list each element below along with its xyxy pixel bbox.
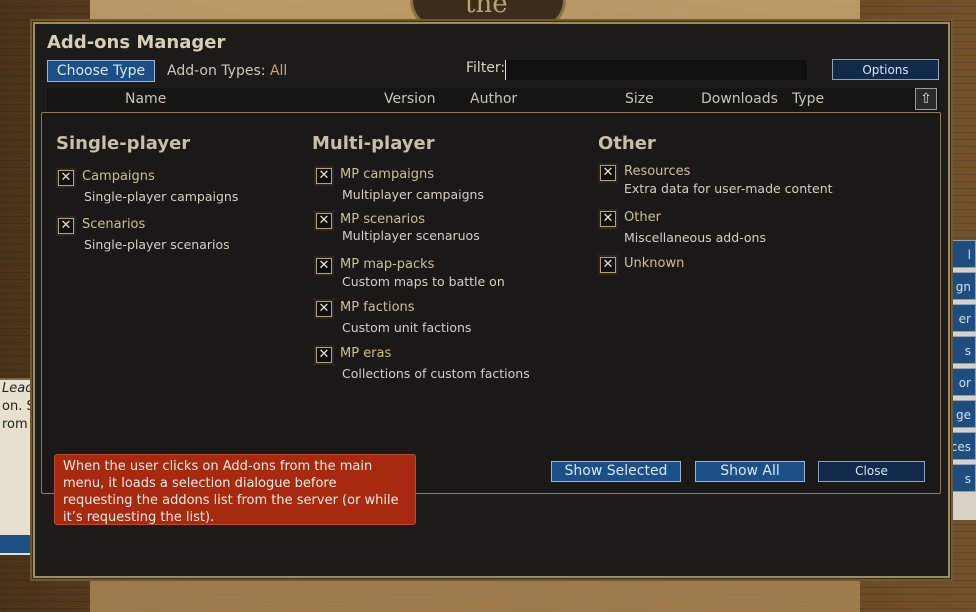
menu-button: ces	[948, 432, 976, 460]
column-header-downloads[interactable]: Downloads	[701, 91, 778, 107]
menu-button: er	[948, 304, 976, 332]
background-left-bar	[0, 535, 34, 553]
checkbox-checked-icon[interactable]: ✕	[58, 170, 74, 186]
column-header-version[interactable]: Version	[384, 91, 435, 107]
menu-button: s	[948, 336, 976, 364]
menu-button: gn	[948, 272, 976, 300]
column-header-name[interactable]: Name	[125, 91, 166, 107]
annotation-callout: When the user clicks on Add-ons from the…	[54, 454, 416, 525]
type-selection-panel: Single-player ✕ Campaigns Single-player …	[41, 112, 941, 494]
menu-button: or	[948, 368, 976, 396]
checkbox-description: Miscellaneous add-ons	[624, 230, 766, 245]
close-button[interactable]: Close	[818, 461, 925, 482]
checkbox-label: Scenarios	[82, 217, 146, 232]
background-left-line: Leade	[2, 381, 34, 396]
menu-button: s	[948, 464, 976, 492]
choose-type-button[interactable]: Choose Type	[47, 60, 155, 82]
checkbox-label: MP scenarios	[340, 212, 425, 227]
background-left-line: on. S	[2, 399, 34, 414]
section-title-multi-player: Multi-player	[312, 133, 435, 154]
checkbox-checked-icon[interactable]: ✕	[600, 211, 616, 227]
checkbox-label: Unknown	[624, 256, 685, 271]
checkbox-checked-icon[interactable]: ✕	[600, 165, 616, 181]
addon-types-value: All	[269, 63, 288, 79]
show-all-button[interactable]: Show All	[695, 461, 805, 482]
checkbox-label: MP map-packs	[340, 257, 435, 272]
checkbox-label: MP eras	[340, 346, 392, 361]
background-left-panel: Leade on. S rom t	[0, 378, 34, 555]
checkbox-checked-icon[interactable]: ✕	[600, 257, 616, 273]
checkbox-description: Collections of custom factions	[342, 366, 530, 381]
menu-button: l	[948, 240, 976, 268]
checkbox-label: Campaigns	[82, 169, 155, 184]
addon-types-indicator: Add-on Types: All	[167, 63, 287, 79]
checkbox-description: Multiplayer scenaruos	[342, 228, 480, 243]
checkbox-description: Single-player campaigns	[84, 189, 239, 204]
background-left-line: rom t	[2, 417, 34, 432]
menu-button: ge	[948, 400, 976, 428]
checkbox-description: Custom maps to battle on	[342, 274, 505, 289]
checkbox-checked-icon[interactable]: ✕	[316, 347, 332, 363]
checkbox-label: Other	[624, 210, 661, 225]
section-title-single-player: Single-player	[56, 133, 191, 154]
filter-input[interactable]	[505, 60, 807, 80]
filter-label: Filter:	[466, 60, 506, 76]
options-button[interactable]: Options	[832, 59, 939, 80]
checkbox-checked-icon[interactable]: ✕	[316, 301, 332, 317]
addon-list-header: Name Version Author Size Downloads Type	[47, 88, 939, 112]
checkbox-description: Multiplayer campaigns	[342, 187, 484, 202]
scroll-up-arrow-icon[interactable]: ⇧	[915, 88, 937, 110]
checkbox-checked-icon[interactable]: ✕	[58, 218, 74, 234]
addon-types-label: Add-on Types:	[167, 63, 266, 79]
checkbox-checked-icon[interactable]: ✕	[316, 213, 332, 229]
show-selected-button[interactable]: Show Selected	[551, 461, 681, 482]
checkbox-description: Custom unit factions	[342, 320, 472, 335]
checkbox-label: Resources	[624, 164, 691, 179]
checkbox-label: MP campaigns	[340, 167, 435, 182]
checkbox-description: Single-player scenarios	[84, 237, 230, 252]
column-header-size[interactable]: Size	[625, 91, 654, 107]
checkbox-label: MP factions	[340, 300, 415, 315]
checkbox-checked-icon[interactable]: ✕	[316, 258, 332, 274]
checkbox-description: Extra data for user-made content	[624, 181, 833, 196]
dialog-title: Add-ons Manager	[47, 32, 226, 53]
section-title-other: Other	[598, 133, 656, 154]
column-header-author[interactable]: Author	[470, 91, 517, 107]
column-header-type[interactable]: Type	[792, 91, 824, 107]
background-right-menu: l gn er s or ge ces s	[948, 215, 976, 496]
checkbox-checked-icon[interactable]: ✕	[316, 168, 332, 184]
